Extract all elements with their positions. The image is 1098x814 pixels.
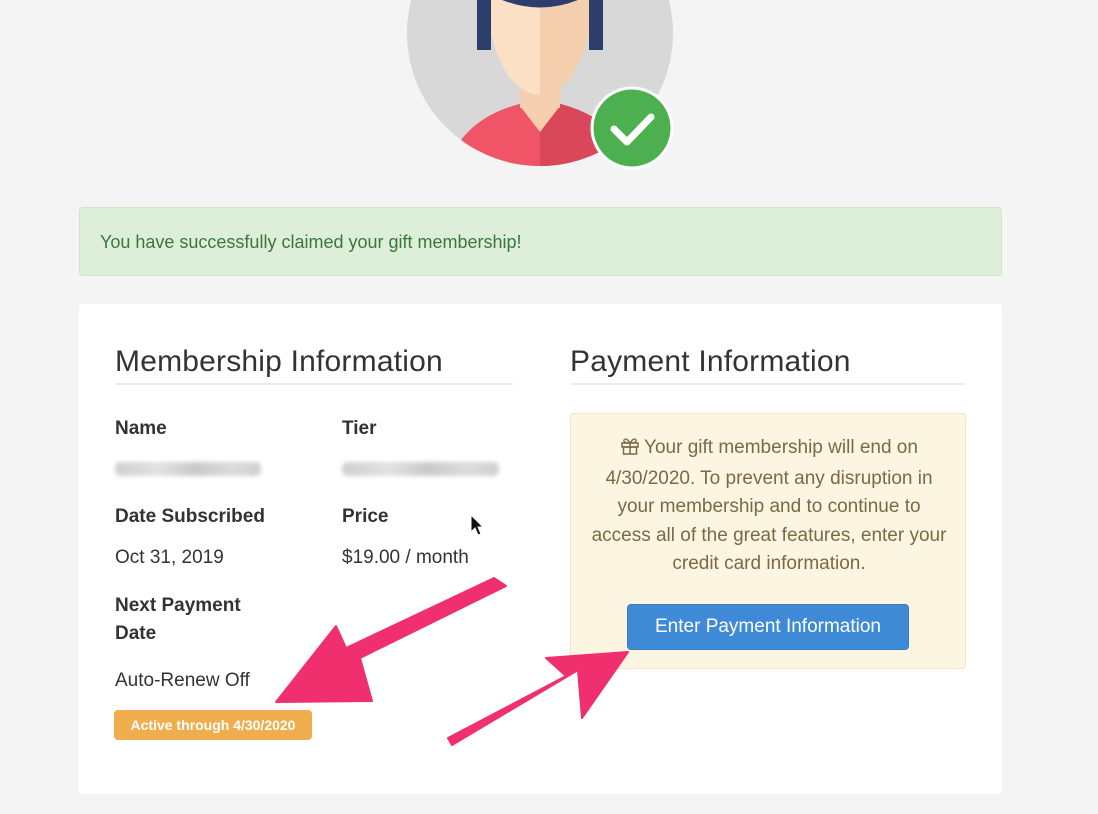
next-payment-value: Auto-Renew Off: [115, 670, 250, 691]
date-subscribed-label: Date Subscribed: [115, 506, 265, 527]
price-label: Price: [342, 506, 389, 527]
payment-notice-message: Your gift membership will end on 4/30/20…: [591, 437, 947, 574]
success-message: You have successfully claimed your gift …: [100, 232, 522, 252]
enter-payment-button[interactable]: Enter Payment Information: [627, 604, 909, 650]
date-subscribed-value: Oct 31, 2019: [115, 547, 224, 568]
success-alert: You have successfully claimed your gift …: [79, 207, 1002, 276]
name-value-redacted: [115, 462, 261, 476]
payment-divider: [570, 383, 966, 385]
payment-notice-text: Your gift membership will end on 4/30/20…: [589, 434, 949, 579]
mouse-cursor-icon: [470, 513, 486, 543]
check-icon: [590, 86, 674, 170]
membership-title: Membership Information: [115, 345, 443, 378]
price-value: $19.00 / month: [342, 547, 469, 568]
membership-divider: [115, 383, 513, 385]
payment-notice: Your gift membership will end on 4/30/20…: [570, 413, 966, 669]
tier-value-redacted: [342, 462, 499, 476]
tier-label: Tier: [342, 418, 377, 439]
status-badge: Active through 4/30/2020: [114, 710, 312, 740]
name-label: Name: [115, 418, 167, 439]
gift-icon: [620, 436, 640, 465]
payment-title: Payment Information: [570, 345, 851, 378]
next-payment-label: Next Payment Date: [115, 595, 241, 644]
